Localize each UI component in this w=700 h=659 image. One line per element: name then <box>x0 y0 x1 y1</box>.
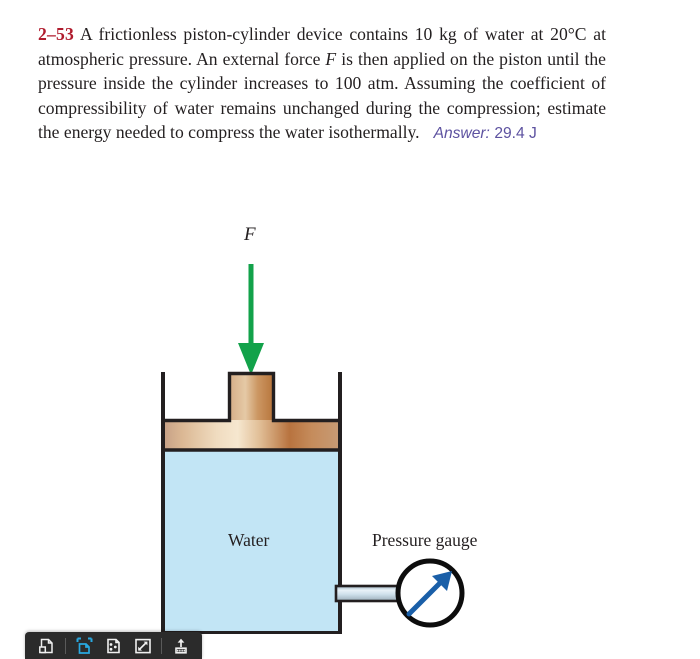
force-label: F <box>244 224 256 245</box>
toolbar-separator-1 <box>65 637 66 654</box>
gauge-connector-tube <box>334 584 404 603</box>
piston-plate <box>165 419 338 451</box>
toolbar-separator-2 <box>161 637 162 654</box>
answer-value: 29.4 J <box>494 125 537 143</box>
problem-statement: 2–53 A frictionless piston-cylinder devic… <box>38 22 606 147</box>
fullscreen-expand-icon[interactable] <box>130 635 155 657</box>
piston-stem <box>231 373 272 420</box>
single-page-view-icon[interactable] <box>34 635 59 657</box>
problem-number: 2–53 <box>38 24 74 44</box>
pressure-gauge-label: Pressure gauge <box>372 530 478 550</box>
page-thumbnails-icon[interactable] <box>101 635 126 657</box>
force-symbol-inline: F <box>325 48 337 69</box>
pressure-gauge-dial <box>395 558 465 628</box>
force-arrow-icon <box>238 264 264 375</box>
answer-label: Answer: <box>433 125 490 143</box>
figure-graphics <box>161 264 465 634</box>
pdf-viewer-toolbar[interactable] <box>25 632 202 659</box>
water-label: Water <box>228 530 270 550</box>
fit-page-icon[interactable] <box>72 635 97 657</box>
upload-print-icon[interactable] <box>168 635 193 657</box>
piston-cylinder-figure: F Water Pressure gauge <box>0 212 700 659</box>
cylinder-left-wall <box>161 372 165 634</box>
